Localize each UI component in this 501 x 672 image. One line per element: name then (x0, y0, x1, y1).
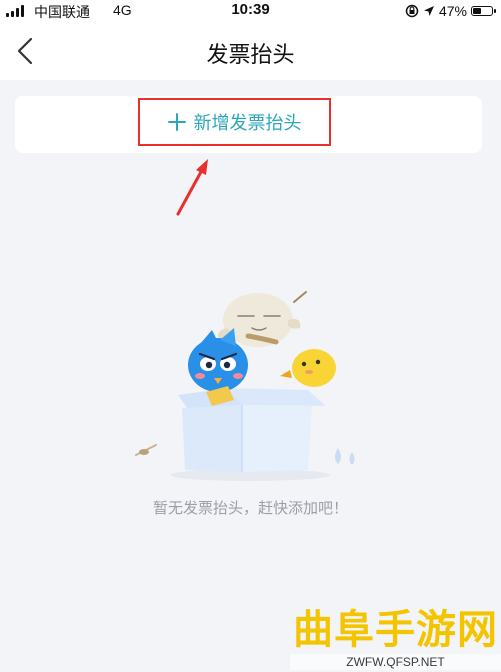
add-invoice-title-label: 新增发票抬头 (193, 113, 302, 134)
location-arrow-icon (423, 6, 434, 16)
empty-state-message: 暂无发票抬头，赶快添加吧！ (152, 499, 348, 517)
watermark-title: 曲阜手游网 (293, 606, 498, 653)
add-invoice-title-card: 新增发票抬头 (15, 96, 482, 153)
annotation-arrow-icon (176, 159, 208, 216)
orientation-lock-icon (405, 4, 419, 18)
battery-icon (471, 6, 496, 16)
watermark-url: ZWFW.QFSP.NET (290, 654, 501, 670)
plus-icon (167, 113, 186, 131)
chevron-left-icon (17, 37, 33, 65)
add-invoice-title-button[interactable]: 新增发票抬头 (138, 98, 331, 146)
nav-bar: 发票抬头 (0, 22, 501, 80)
status-right-group: 47% (405, 2, 496, 20)
back-button[interactable] (10, 34, 44, 68)
empty-box-illustration (135, 291, 355, 481)
site-watermark: 曲阜手游网 ZWFW.QFSP.NET (290, 606, 501, 672)
battery-fill (473, 8, 481, 14)
status-bar: 中国联通 4G 10:39 47% (0, 0, 501, 22)
page-title: 发票抬头 (206, 43, 295, 68)
battery-percent: 47% (438, 3, 467, 19)
